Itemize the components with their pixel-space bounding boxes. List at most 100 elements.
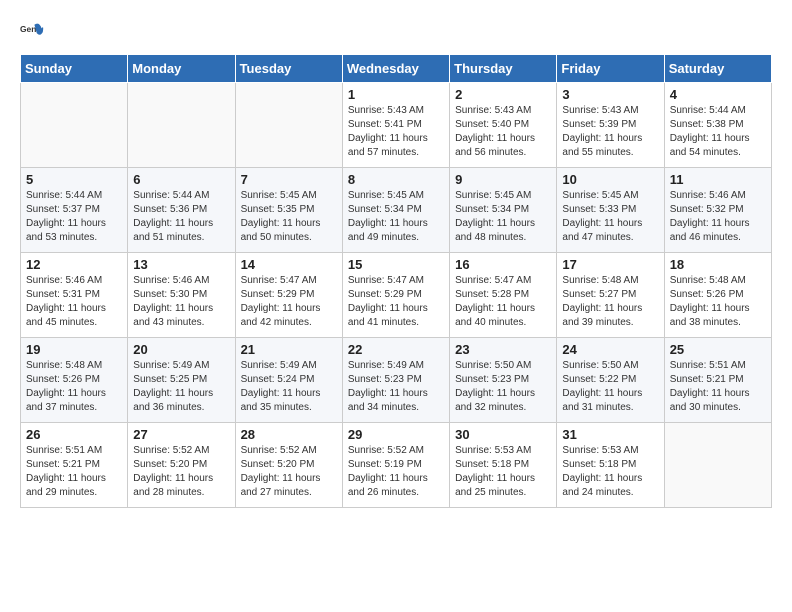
- day-number: 8: [348, 172, 444, 187]
- calendar-week-2: 5 Sunrise: 5:44 AM Sunset: 5:37 PM Daylig…: [21, 168, 772, 253]
- day-number: 21: [241, 342, 337, 357]
- day-number: 20: [133, 342, 229, 357]
- day-info: Sunrise: 5:49 AM Sunset: 5:25 PM Dayligh…: [133, 359, 229, 415]
- day-info: Sunrise: 5:44 AM Sunset: 5:36 PM Dayligh…: [133, 189, 229, 245]
- day-number: 26: [26, 427, 122, 442]
- day-number: 2: [455, 87, 551, 102]
- day-info: Sunrise: 5:46 AM Sunset: 5:31 PM Dayligh…: [26, 274, 122, 330]
- col-header-thursday: Thursday: [450, 55, 557, 83]
- calendar-week-5: 26 Sunrise: 5:51 AM Sunset: 5:21 PM Dayli…: [21, 423, 772, 508]
- calendar-cell: 24Sunrise: 5:50 AM Sunset: 5:22 PM Dayli…: [557, 338, 664, 423]
- calendar-cell: 22 Sunrise: 5:49 AM Sunset: 5:23 PM Dayli…: [342, 338, 449, 423]
- day-number: 11: [670, 172, 766, 187]
- day-number: 25: [670, 342, 766, 357]
- day-number: 10: [562, 172, 658, 187]
- calendar-cell: 10 Sunrise: 5:45 AM Sunset: 5:33 PM Dayli…: [557, 168, 664, 253]
- calendar-week-3: 12 Sunrise: 5:46 AM Sunset: 5:31 PM Dayli…: [21, 253, 772, 338]
- day-number: 6: [133, 172, 229, 187]
- calendar-cell: 20 Sunrise: 5:49 AM Sunset: 5:25 PM Dayli…: [128, 338, 235, 423]
- day-number: 9: [455, 172, 551, 187]
- day-info: Sunrise: 5:48 AM Sunset: 5:26 PM Dayligh…: [670, 274, 766, 330]
- day-number: 29: [348, 427, 444, 442]
- calendar-cell: 28Sunrise: 5:52 AM Sunset: 5:20 PM Dayli…: [235, 423, 342, 508]
- day-info: Sunrise: 5:43 AM Sunset: 5:41 PM Dayligh…: [348, 104, 444, 160]
- calendar-cell: 16 Sunrise: 5:47 AM Sunset: 5:28 PM Dayli…: [450, 253, 557, 338]
- day-number: 23: [455, 342, 551, 357]
- calendar-cell: [235, 83, 342, 168]
- day-number: 19: [26, 342, 122, 357]
- calendar-cell: 25Sunrise: 5:51 AM Sunset: 5:21 PM Dayli…: [664, 338, 771, 423]
- day-info: Sunrise: 5:53 AM Sunset: 5:18 PM Dayligh…: [562, 444, 658, 500]
- calendar-cell: 17 Sunrise: 5:48 AM Sunset: 5:27 PM Dayli…: [557, 253, 664, 338]
- day-info: Sunrise: 5:52 AM Sunset: 5:20 PM Dayligh…: [241, 444, 337, 500]
- day-number: 31: [562, 427, 658, 442]
- day-info: Sunrise: 5:48 AM Sunset: 5:27 PM Dayligh…: [562, 274, 658, 330]
- day-info: Sunrise: 5:47 AM Sunset: 5:28 PM Dayligh…: [455, 274, 551, 330]
- day-number: 12: [26, 257, 122, 272]
- day-number: 7: [241, 172, 337, 187]
- day-info: Sunrise: 5:44 AM Sunset: 5:37 PM Dayligh…: [26, 189, 122, 245]
- day-info: Sunrise: 5:43 AM Sunset: 5:40 PM Dayligh…: [455, 104, 551, 160]
- calendar-cell: 3 Sunrise: 5:43 AM Sunset: 5:39 PM Daylig…: [557, 83, 664, 168]
- day-info: Sunrise: 5:49 AM Sunset: 5:23 PM Dayligh…: [348, 359, 444, 415]
- calendar-cell: 27 Sunrise: 5:52 AM Sunset: 5:20 PM Dayli…: [128, 423, 235, 508]
- calendar-cell: 8 Sunrise: 5:45 AM Sunset: 5:34 PM Daylig…: [342, 168, 449, 253]
- calendar-cell: 19Sunrise: 5:48 AM Sunset: 5:26 PM Dayli…: [21, 338, 128, 423]
- calendar-cell: [21, 83, 128, 168]
- col-header-tuesday: Tuesday: [235, 55, 342, 83]
- day-number: 5: [26, 172, 122, 187]
- day-number: 16: [455, 257, 551, 272]
- day-info: Sunrise: 5:52 AM Sunset: 5:19 PM Dayligh…: [348, 444, 444, 500]
- day-number: 18: [670, 257, 766, 272]
- calendar-week-4: 19Sunrise: 5:48 AM Sunset: 5:26 PM Dayli…: [21, 338, 772, 423]
- col-header-wednesday: Wednesday: [342, 55, 449, 83]
- day-info: Sunrise: 5:46 AM Sunset: 5:32 PM Dayligh…: [670, 189, 766, 245]
- calendar-cell: [128, 83, 235, 168]
- calendar-cell: 23Sunrise: 5:50 AM Sunset: 5:23 PM Dayli…: [450, 338, 557, 423]
- page-header: Gen: [20, 20, 772, 44]
- day-info: Sunrise: 5:45 AM Sunset: 5:34 PM Dayligh…: [455, 189, 551, 245]
- calendar-cell: 1 Sunrise: 5:43 AM Sunset: 5:41 PM Daylig…: [342, 83, 449, 168]
- calendar-header-row: SundayMondayTuesdayWednesdayThursdayFrid…: [21, 55, 772, 83]
- day-number: 22: [348, 342, 444, 357]
- day-info: Sunrise: 5:45 AM Sunset: 5:33 PM Dayligh…: [562, 189, 658, 245]
- calendar-cell: 26 Sunrise: 5:51 AM Sunset: 5:21 PM Dayli…: [21, 423, 128, 508]
- calendar-cell: [664, 423, 771, 508]
- day-info: Sunrise: 5:53 AM Sunset: 5:18 PM Dayligh…: [455, 444, 551, 500]
- day-number: 14: [241, 257, 337, 272]
- calendar-cell: 12 Sunrise: 5:46 AM Sunset: 5:31 PM Dayli…: [21, 253, 128, 338]
- day-number: 3: [562, 87, 658, 102]
- day-info: Sunrise: 5:50 AM Sunset: 5:22 PM Dayligh…: [562, 359, 658, 415]
- day-info: Sunrise: 5:46 AM Sunset: 5:30 PM Dayligh…: [133, 274, 229, 330]
- day-info: Sunrise: 5:52 AM Sunset: 5:20 PM Dayligh…: [133, 444, 229, 500]
- calendar-cell: 15Sunrise: 5:47 AM Sunset: 5:29 PM Dayli…: [342, 253, 449, 338]
- calendar-cell: 9 Sunrise: 5:45 AM Sunset: 5:34 PM Daylig…: [450, 168, 557, 253]
- day-number: 17: [562, 257, 658, 272]
- day-info: Sunrise: 5:45 AM Sunset: 5:34 PM Dayligh…: [348, 189, 444, 245]
- day-info: Sunrise: 5:45 AM Sunset: 5:35 PM Dayligh…: [241, 189, 337, 245]
- day-info: Sunrise: 5:43 AM Sunset: 5:39 PM Dayligh…: [562, 104, 658, 160]
- day-number: 27: [133, 427, 229, 442]
- calendar-cell: 6 Sunrise: 5:44 AM Sunset: 5:36 PM Daylig…: [128, 168, 235, 253]
- day-number: 30: [455, 427, 551, 442]
- calendar-cell: 29 Sunrise: 5:52 AM Sunset: 5:19 PM Dayli…: [342, 423, 449, 508]
- calendar-cell: 11 Sunrise: 5:46 AM Sunset: 5:32 PM Dayli…: [664, 168, 771, 253]
- calendar-cell: 7 Sunrise: 5:45 AM Sunset: 5:35 PM Daylig…: [235, 168, 342, 253]
- calendar-cell: 21 Sunrise: 5:49 AM Sunset: 5:24 PM Dayli…: [235, 338, 342, 423]
- calendar-cell: 31 Sunrise: 5:53 AM Sunset: 5:18 PM Dayli…: [557, 423, 664, 508]
- day-info: Sunrise: 5:51 AM Sunset: 5:21 PM Dayligh…: [26, 444, 122, 500]
- day-number: 1: [348, 87, 444, 102]
- day-info: Sunrise: 5:44 AM Sunset: 5:38 PM Dayligh…: [670, 104, 766, 160]
- calendar-cell: 2 Sunrise: 5:43 AM Sunset: 5:40 PM Daylig…: [450, 83, 557, 168]
- calendar-cell: 18 Sunrise: 5:48 AM Sunset: 5:26 PM Dayli…: [664, 253, 771, 338]
- calendar-table: SundayMondayTuesdayWednesdayThursdayFrid…: [20, 54, 772, 508]
- col-header-monday: Monday: [128, 55, 235, 83]
- day-info: Sunrise: 5:49 AM Sunset: 5:24 PM Dayligh…: [241, 359, 337, 415]
- calendar-cell: 4Sunrise: 5:44 AM Sunset: 5:38 PM Daylig…: [664, 83, 771, 168]
- day-info: Sunrise: 5:47 AM Sunset: 5:29 PM Dayligh…: [348, 274, 444, 330]
- col-header-friday: Friday: [557, 55, 664, 83]
- calendar-cell: 13Sunrise: 5:46 AM Sunset: 5:30 PM Dayli…: [128, 253, 235, 338]
- calendar-cell: 5 Sunrise: 5:44 AM Sunset: 5:37 PM Daylig…: [21, 168, 128, 253]
- svg-text:Gen: Gen: [20, 24, 36, 34]
- col-header-sunday: Sunday: [21, 55, 128, 83]
